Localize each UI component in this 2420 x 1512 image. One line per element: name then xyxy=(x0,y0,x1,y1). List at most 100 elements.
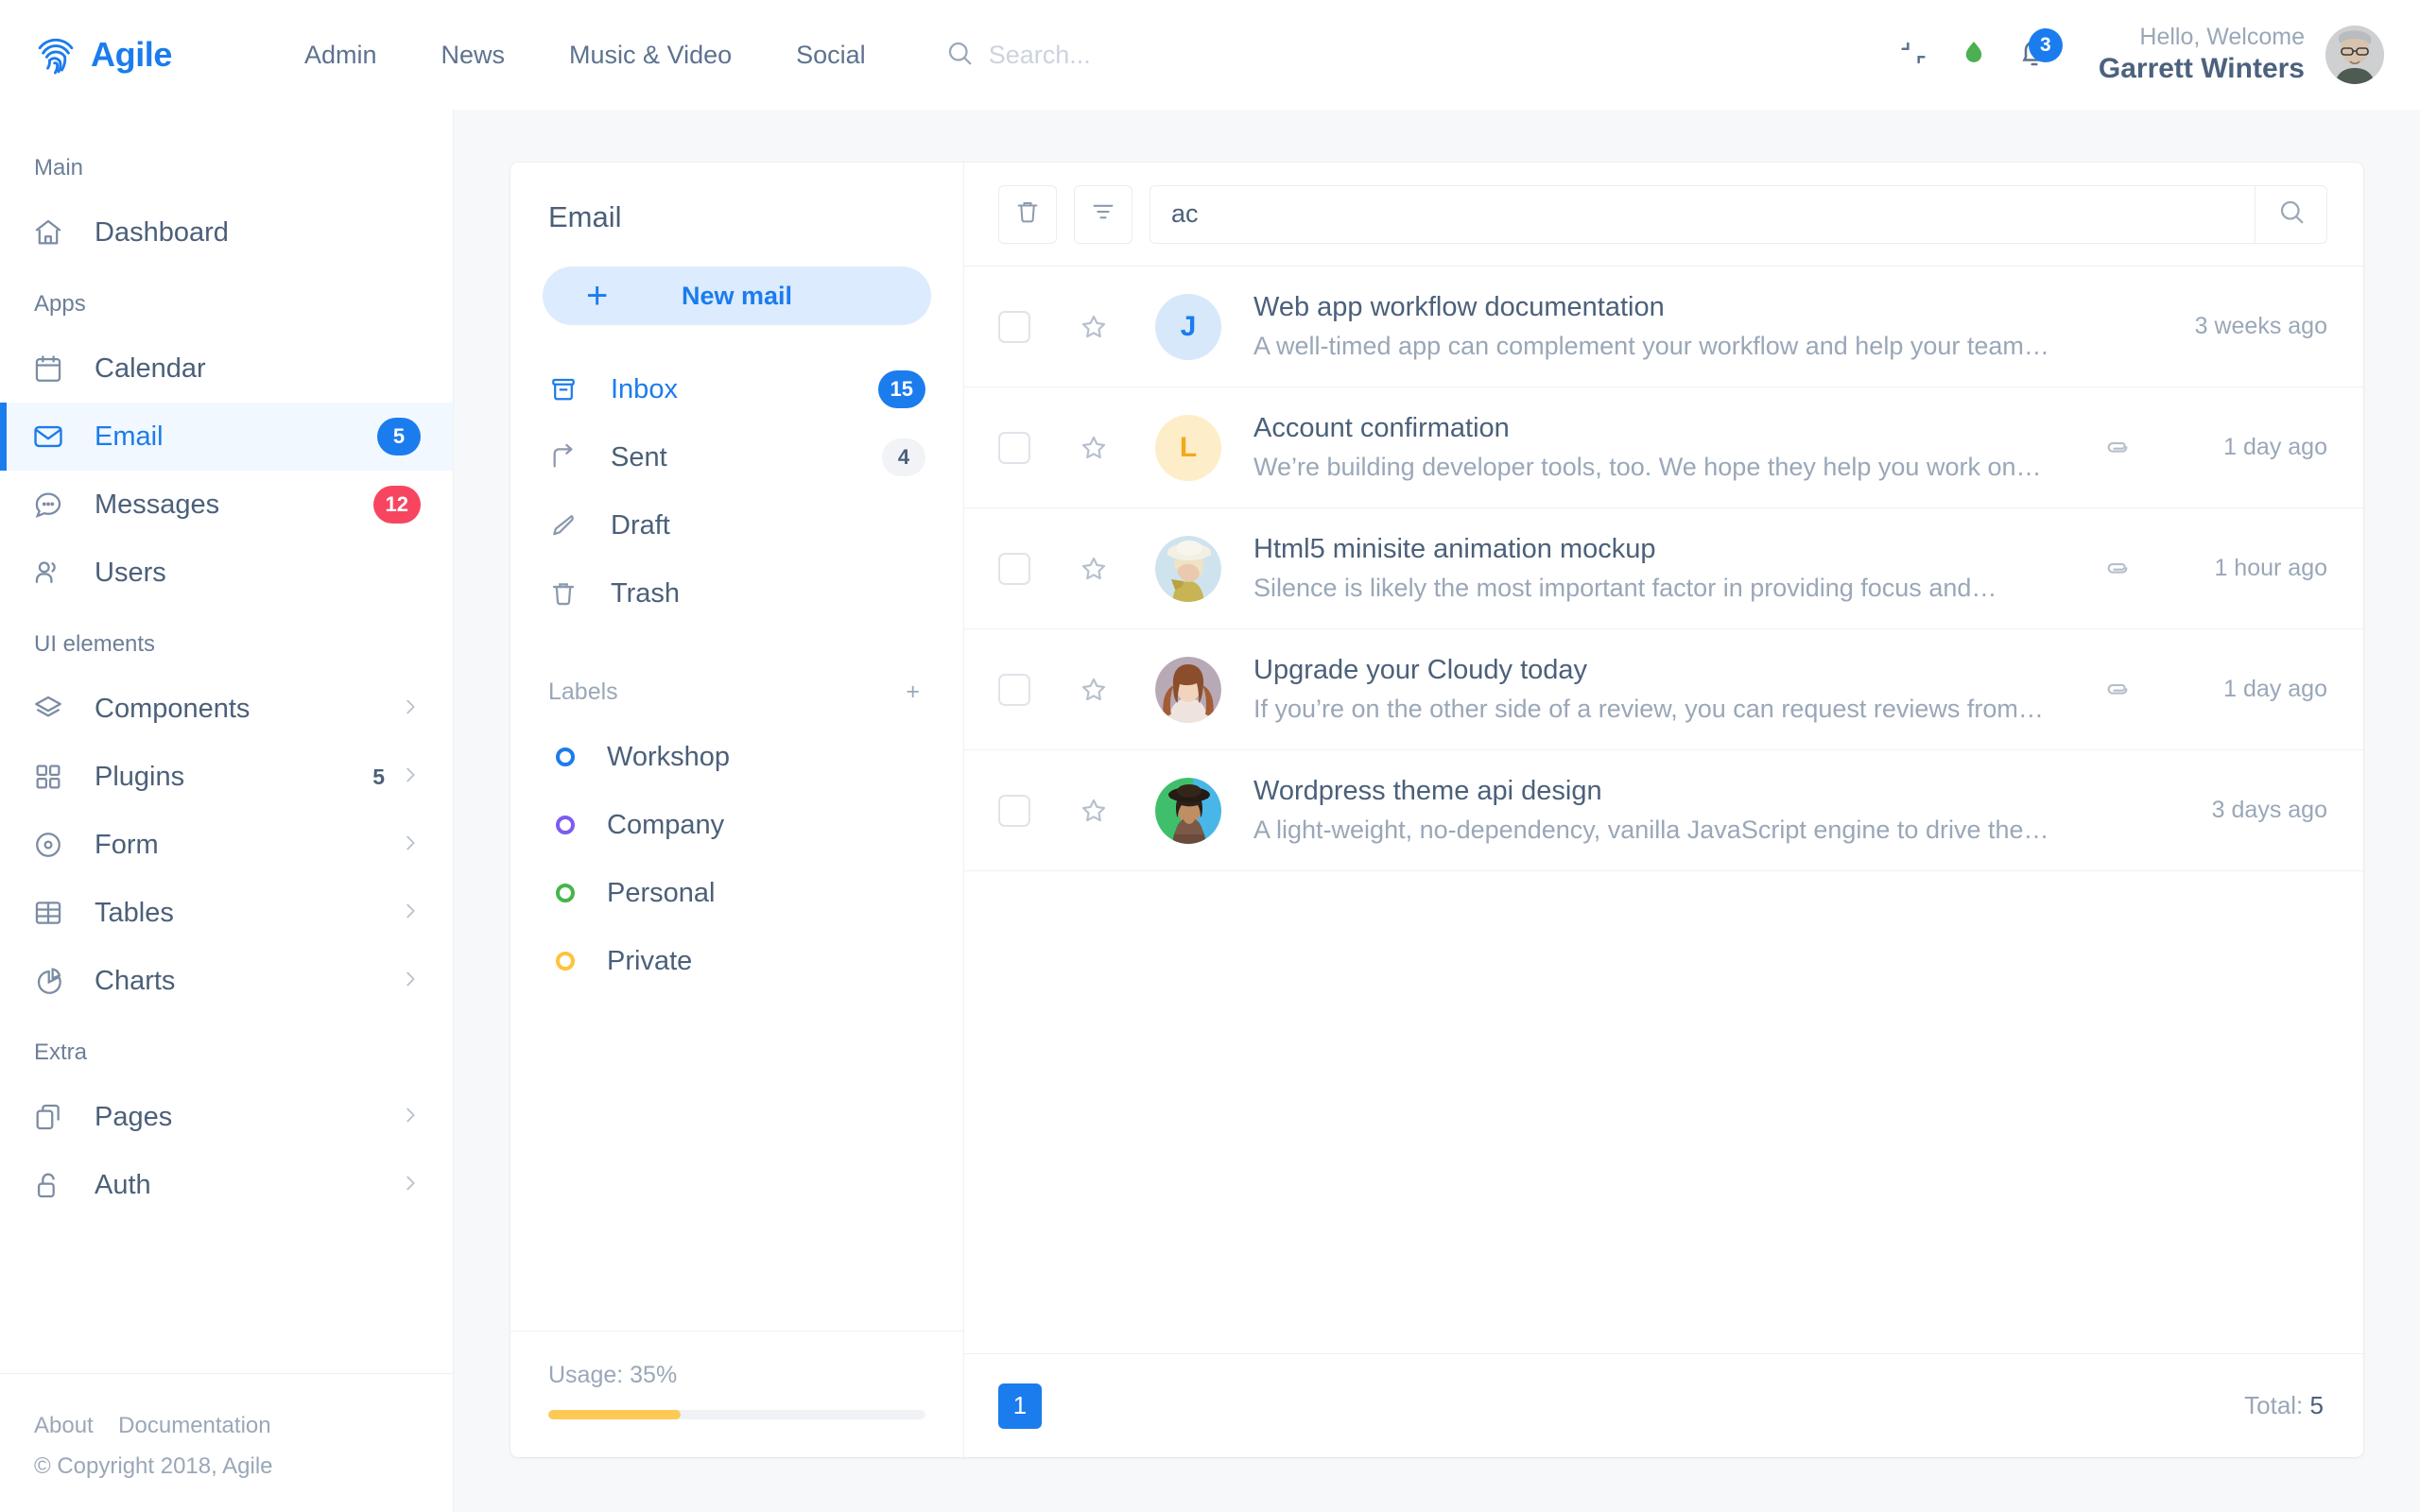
documentation-link[interactable]: Documentation xyxy=(118,1413,270,1438)
avatar[interactable] xyxy=(2325,26,2384,84)
table-row[interactable]: Html5 minisite animation mockup Silence i… xyxy=(964,508,2363,629)
filter-button[interactable] xyxy=(1074,184,1132,244)
usage-progress-fill xyxy=(548,1410,681,1419)
greeting-hello: Hello, Welcome xyxy=(2139,24,2305,51)
sidebar-item-label: Messages xyxy=(95,489,220,520)
table-row[interactable]: J Web app workflow documentation A well-ti… xyxy=(964,266,2363,387)
droplet-icon xyxy=(1958,37,1990,74)
label-dot-icon xyxy=(556,816,575,834)
row-checkbox[interactable] xyxy=(998,431,1030,464)
nav-item-admin[interactable]: Admin xyxy=(272,41,409,70)
sidebar-item-users[interactable]: Users xyxy=(0,539,453,607)
copyright-text: © Copyright 2018, Agile xyxy=(34,1452,273,1479)
mail-folder-draft[interactable]: Draft xyxy=(543,491,931,559)
sidebar-item-auth[interactable]: Auth xyxy=(0,1151,453,1219)
sidebar-item-components[interactable]: Components xyxy=(0,675,453,743)
plus-icon: + xyxy=(586,275,609,317)
mail-search[interactable] xyxy=(1150,184,2327,244)
row-checkbox[interactable] xyxy=(998,552,1030,585)
about-link[interactable]: About xyxy=(34,1413,94,1438)
star-icon[interactable] xyxy=(1078,311,1110,343)
mail-timestamp: 1 day ago xyxy=(2223,434,2327,460)
sidebar-item-dashboard[interactable]: Dashboard xyxy=(0,198,453,266)
avatar: J xyxy=(1155,293,1221,360)
mail-folder-trash[interactable]: Trash xyxy=(543,559,931,627)
greeting-name: Garrett Winters xyxy=(2098,52,2305,84)
user-greeting[interactable]: Hello, Welcome Garrett Winters xyxy=(2099,23,2305,86)
unlock-icon xyxy=(32,1169,74,1201)
sidebar-item-messages[interactable]: Messages 12 xyxy=(0,471,453,539)
add-label-button[interactable]: + xyxy=(900,680,925,703)
sidebar-item-tables[interactable]: Tables xyxy=(0,879,453,947)
chevron-right-icon xyxy=(400,1105,421,1130)
label-item-label: Workshop xyxy=(607,741,731,772)
notification-badge: 3 xyxy=(2028,28,2063,62)
row-checkbox[interactable] xyxy=(998,310,1030,343)
sidebar-section-main: Main xyxy=(34,155,84,180)
droplet-button[interactable] xyxy=(1944,25,2004,85)
mail-snippet: Silence is likely the most important fac… xyxy=(1253,574,1997,602)
table-row[interactable]: Wordpress theme api design A light-weight… xyxy=(964,750,2363,871)
mail-search-button[interactable] xyxy=(2255,185,2326,243)
star-icon[interactable] xyxy=(1078,674,1110,706)
compress-button[interactable] xyxy=(1883,25,1944,85)
sidebar-item-charts[interactable]: Charts xyxy=(0,947,453,1015)
notifications-button[interactable]: 3 xyxy=(2004,25,2065,85)
table-icon xyxy=(32,897,74,929)
mail-timestamp: 1 hour ago xyxy=(2214,555,2327,581)
pagination-page-1[interactable]: 1 xyxy=(998,1383,1042,1429)
status-badge: 12 xyxy=(372,486,421,524)
brand[interactable]: Agile xyxy=(34,33,223,77)
sidebar-item-label: Charts xyxy=(95,965,176,996)
search-icon xyxy=(2277,198,2306,231)
nav-item-news[interactable]: News xyxy=(409,41,538,70)
label-item-workshop[interactable]: Workshop xyxy=(543,723,931,791)
header-right: 3 Hello, Welcome Garrett Winters xyxy=(1883,23,2384,86)
row-checkbox[interactable] xyxy=(998,673,1030,706)
label-item-company[interactable]: Company xyxy=(543,791,931,859)
label-item-private[interactable]: Private xyxy=(543,927,931,995)
star-icon[interactable] xyxy=(1078,432,1110,464)
sidebar: Main Dashboard Apps Calendar Email 5 Mes… xyxy=(0,110,454,1512)
sidebar-item-email[interactable]: Email 5 xyxy=(0,403,453,471)
sidebar-item-plugins[interactable]: Plugins 5 xyxy=(0,743,453,811)
mail-timestamp: 3 weeks ago xyxy=(2194,313,2327,339)
grid-icon xyxy=(32,761,74,793)
star-icon[interactable] xyxy=(1078,553,1110,585)
top-nav: Admin News Music & Video Social xyxy=(272,41,898,70)
sidebar-item-label: Pages xyxy=(95,1101,173,1132)
nav-item-music-video[interactable]: Music & Video xyxy=(537,41,764,70)
attachment-icon xyxy=(2102,433,2133,463)
body: Main Dashboard Apps Calendar Email 5 Mes… xyxy=(0,110,2420,1512)
labels-header: Labels + xyxy=(543,627,931,723)
home-icon xyxy=(32,216,74,249)
row-meta: 1 hour ago xyxy=(2102,554,2327,584)
avatar xyxy=(1155,656,1221,723)
mail-nav-panel: Email + New mail Inbox 15 Sent 4 Draft T… xyxy=(510,163,964,1457)
table-row[interactable]: Upgrade your Cloudy today If you’re on th… xyxy=(964,629,2363,750)
delete-button[interactable] xyxy=(998,184,1057,244)
sidebar-item-calendar[interactable]: Calendar xyxy=(0,335,453,403)
sidebar-item-label: Email xyxy=(95,421,164,452)
row-checkbox[interactable] xyxy=(998,794,1030,827)
label-item-personal[interactable]: Personal xyxy=(543,859,931,927)
star-icon[interactable] xyxy=(1078,795,1110,827)
table-row[interactable]: L Account confirmation We’re building deve… xyxy=(964,387,2363,508)
fingerprint-icon xyxy=(34,33,78,77)
sidebar-item-label: Users xyxy=(95,557,166,588)
usage-progress-track xyxy=(548,1410,925,1419)
nav-item-social[interactable]: Social xyxy=(764,41,898,70)
mail-nav-top: Email + New mail Inbox 15 Sent 4 Draft T… xyxy=(510,163,963,1331)
new-mail-button[interactable]: + New mail xyxy=(543,266,931,325)
filter-icon xyxy=(1089,198,1117,231)
mail-folder-inbox[interactable]: Inbox 15 xyxy=(543,355,931,423)
sidebar-item-form[interactable]: Form xyxy=(0,811,453,879)
row-meta: 1 day ago xyxy=(2102,675,2327,705)
search-input[interactable] xyxy=(988,40,1386,70)
mail-folder-sent[interactable]: Sent 4 xyxy=(543,423,931,491)
sidebar-item-pages[interactable]: Pages xyxy=(0,1083,453,1151)
mail-folder-label: Trash xyxy=(611,577,681,609)
avatar xyxy=(1155,535,1221,602)
mail-search-input[interactable] xyxy=(1150,185,2255,243)
header-search[interactable] xyxy=(945,39,1883,72)
